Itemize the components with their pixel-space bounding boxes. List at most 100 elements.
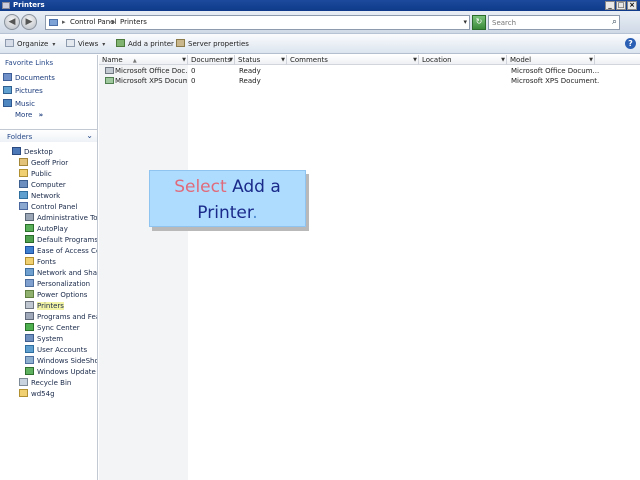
tree-wd54g[interactable]: wd54g [19,389,97,398]
help-icon[interactable]: ? [625,38,636,49]
tree-printers[interactable]: Printers [25,301,97,310]
tree-label: Sync Center [37,324,80,332]
favorite-more-label: More [15,111,33,119]
tree-windows-update[interactable]: Windows Update [25,367,97,376]
server-properties-button[interactable]: Server properties [176,39,249,48]
favorite-links-title: Favorite Links [5,59,54,67]
server-properties-icon [176,39,185,47]
tree-programs-features[interactable]: Programs and Features [25,312,97,321]
minimize-button[interactable]: _ [605,1,615,10]
table-row[interactable]: Microsoft Office Doc... 0 Ready Microsof… [99,66,640,76]
favorite-documents[interactable]: Documents [3,73,55,82]
tree-label: Default Programs [37,236,97,244]
column-comments[interactable]: Comments ▼ [287,55,419,65]
column-location[interactable]: Location ▼ [419,55,507,65]
column-label: Status [238,56,261,64]
printer-model: Microsoft XPS Document... [511,77,599,85]
tree-network-sharing[interactable]: Network and Sharing Center [25,268,97,277]
callout-period: . [252,203,258,223]
tree-public[interactable]: Public [19,169,97,178]
chevron-down-icon[interactable]: ▼ [281,55,285,65]
music-icon [3,99,12,107]
organize-label: Organize [17,40,49,48]
favorite-music[interactable]: Music [3,99,35,108]
documents-icon [3,73,12,81]
tree-label: Windows Update [37,368,96,376]
address-bar[interactable]: ▸ Control Panel ▸ Printers ▾ [45,15,470,30]
add-printer-button[interactable]: Add a printer [116,39,174,48]
favorite-label: Music [15,100,35,108]
forward-button[interactable]: ▶ [21,14,37,30]
tree-label: System [37,335,64,343]
tree-label: Public [31,170,52,178]
tree-label: Power Options [37,291,88,299]
tree-windows-sideshow[interactable]: Windows SideShow [25,356,97,365]
tree-control-panel[interactable]: Control Panel [19,202,97,211]
chevron-down-icon[interactable]: ▼ [501,55,505,65]
column-name[interactable]: Name ▲ ▼ [99,55,188,65]
chevron-down-icon[interactable]: ▼ [589,55,593,65]
callout-word-printer: Printer [197,203,253,223]
maximize-button[interactable]: □ [616,1,626,10]
tree-system[interactable]: System [25,334,97,343]
tree-desktop[interactable]: Desktop [12,147,96,156]
column-label: Name [102,56,123,64]
ease-of-access-icon [25,246,34,254]
tree-personalization[interactable]: Personalization [25,279,97,288]
control-panel-icon [49,19,58,26]
column-model[interactable]: Model ▼ [507,55,595,65]
address-bar-strip: ◀ ▶ ▸ Control Panel ▸ Printers ▾ ↻ ⌕ [0,11,640,34]
command-bar: Organize ▾ Views ▾ Add a printer Server pr… [0,34,640,54]
printer-list-view[interactable]: Name ▲ ▼ Documents ▼ Status ▼ Comments ▼ Loc… [99,55,640,480]
title-bar: Printers _ □ × [0,0,640,11]
address-dropdown-icon[interactable]: ▾ [463,18,467,26]
chevron-down-icon[interactable]: ▼ [413,55,417,65]
tree-network[interactable]: Network [19,191,97,200]
printer-status: Ready [239,77,261,85]
folders-header[interactable]: Folders ⌄ [0,129,97,142]
explorer-window: Printers _ □ × ◀ ▶ ▸ Control Panel ▸ Pri… [0,0,640,480]
desktop-icon [12,147,21,155]
tree-label: Windows SideShow [37,357,97,365]
back-button[interactable]: ◀ [4,14,20,30]
tree-fonts[interactable]: Fonts [25,257,97,266]
search-input[interactable] [489,16,607,29]
column-header-row: Name ▲ ▼ Documents ▼ Status ▼ Comments ▼ Loc… [99,55,640,65]
tree-label: Ease of Access Center [37,247,97,255]
user-accounts-icon [25,345,34,353]
tree-ease-of-access[interactable]: Ease of Access Center [25,246,97,255]
tree-autoplay[interactable]: AutoPlay [25,224,97,233]
breadcrumb-separator[interactable]: ▸ [112,18,116,26]
search-icon[interactable]: ⌕ [612,17,617,27]
breadcrumb-separator[interactable]: ▸ [62,18,66,26]
breadcrumb-control-panel[interactable]: Control Panel [70,18,116,26]
tree-power-options[interactable]: Power Options [25,290,97,299]
search-box[interactable]: ⌕ [488,15,620,30]
chevron-down-icon[interactable]: ▼ [182,55,186,65]
tree-label: User Accounts [37,346,88,354]
tree-user-accounts[interactable]: User Accounts [25,345,97,354]
tree-label: Network and Sharing Center [37,269,97,277]
chevron-down-icon[interactable]: ▼ [229,55,233,65]
table-row[interactable]: Microsoft XPS Docum... 0 Ready Microsoft… [99,76,640,86]
administrative-tools-icon [25,213,34,221]
column-status[interactable]: Status ▼ [235,55,287,65]
tree-computer[interactable]: Computer [19,180,97,189]
printer-name-cell: Microsoft XPS Docum... [105,76,187,86]
tree-sync-center[interactable]: Sync Center [25,323,97,332]
tree-default-programs[interactable]: Default Programs [25,235,97,244]
close-button[interactable]: × [627,1,637,10]
tree-user[interactable]: Geoff Prior [19,158,97,167]
tree-administrative-tools[interactable]: Administrative Tools [25,213,97,222]
favorite-more[interactable]: More » [15,111,43,119]
tree-recycle-bin[interactable]: Recycle Bin [19,378,97,387]
printer-icon [25,301,34,309]
column-documents[interactable]: Documents ▼ [188,55,235,65]
favorite-label: Pictures [15,87,43,95]
chevron-down-icon[interactable]: ⌄ [86,131,93,140]
refresh-button[interactable]: ↻ [472,15,486,30]
breadcrumb-printers[interactable]: Printers [120,18,147,26]
favorite-pictures[interactable]: Pictures [3,86,43,95]
views-button[interactable]: Views ▾ [66,39,105,48]
organize-button[interactable]: Organize ▾ [5,39,55,48]
